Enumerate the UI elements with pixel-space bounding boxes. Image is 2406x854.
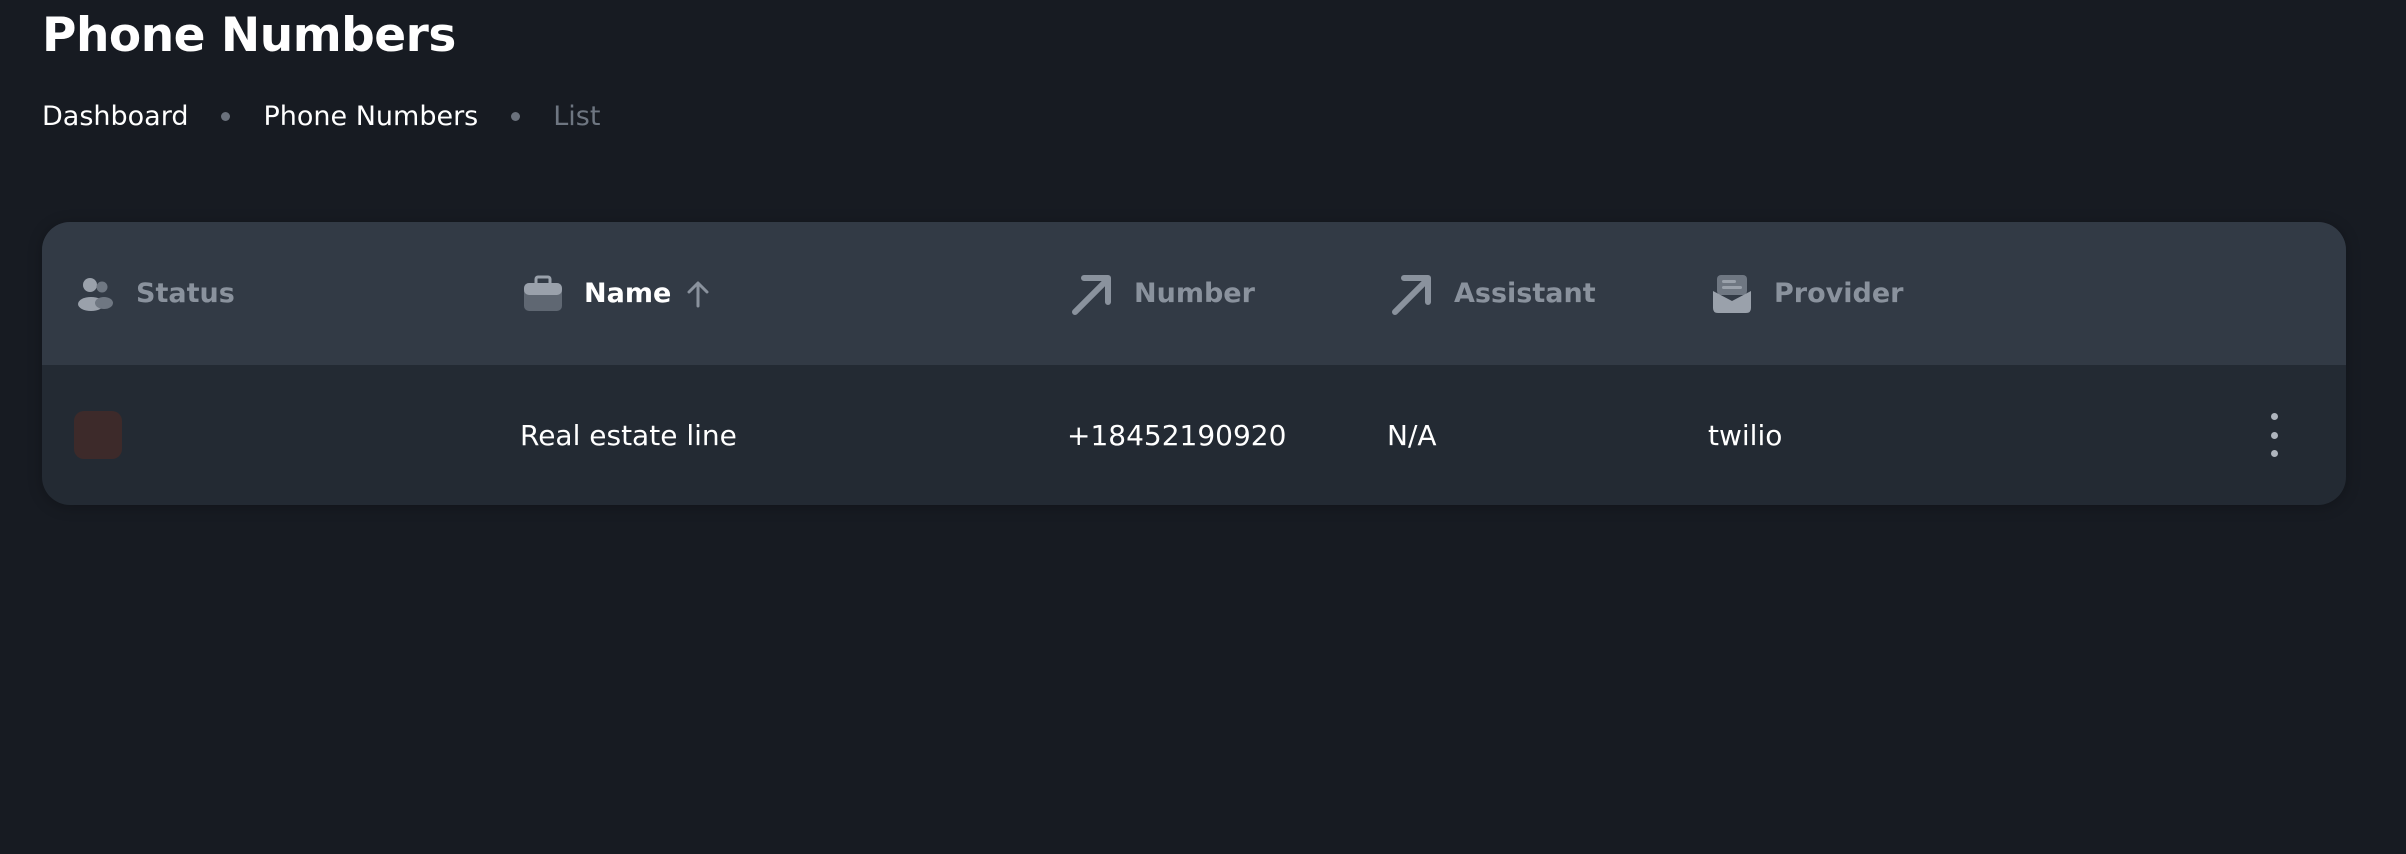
- breadcrumb-phone-numbers[interactable]: Phone Numbers: [263, 101, 478, 132]
- cell-name: Real estate line: [520, 418, 737, 452]
- inbox-icon: [1710, 272, 1754, 316]
- breadcrumb-separator: [221, 111, 231, 121]
- column-label-name: Name: [584, 278, 672, 309]
- cell-number: +18452190920: [1067, 418, 1287, 452]
- breadcrumb: Dashboard Phone Numbers List: [42, 98, 600, 134]
- column-label-assistant: Assistant: [1454, 278, 1596, 309]
- arrow-up-right-icon: [1068, 271, 1114, 317]
- users-icon: [76, 274, 116, 314]
- column-header-number[interactable]: Number: [1068, 222, 1255, 365]
- dot: [2270, 431, 2278, 439]
- cell-assistant: N/A: [1387, 418, 1437, 452]
- table-row[interactable]: Real estate line +18452190920 N/A twilio: [42, 365, 2346, 505]
- column-label-status: Status: [136, 278, 235, 309]
- breadcrumb-list: List: [553, 100, 601, 132]
- briefcase-icon: [522, 274, 564, 314]
- cell-provider: twilio: [1708, 418, 1783, 452]
- column-label-number: Number: [1134, 278, 1255, 309]
- table-header: Status Name Number Assistant Provider: [42, 222, 2346, 365]
- dot: [2270, 413, 2278, 420]
- more-options-icon[interactable]: [2262, 413, 2286, 457]
- column-header-status[interactable]: Status: [76, 222, 235, 365]
- arrow-up-right-icon: [1388, 271, 1434, 317]
- breadcrumb-dashboard[interactable]: Dashboard: [42, 101, 188, 132]
- page: Phone Numbers Dashboard Phone Numbers Li…: [0, 0, 2406, 854]
- dot: [2270, 450, 2278, 457]
- column-label-provider: Provider: [1774, 278, 1904, 309]
- page-title: Phone Numbers: [42, 8, 456, 63]
- column-header-assistant[interactable]: Assistant: [1388, 222, 1596, 365]
- column-header-provider[interactable]: Provider: [1710, 222, 1903, 365]
- breadcrumb-separator: [511, 111, 521, 121]
- phone-numbers-table: Status Name Number Assistant Provider Re…: [42, 222, 2346, 505]
- status-indicator: [74, 411, 122, 459]
- sort-ascending-icon[interactable]: [685, 280, 711, 308]
- column-header-name[interactable]: Name: [522, 222, 711, 365]
